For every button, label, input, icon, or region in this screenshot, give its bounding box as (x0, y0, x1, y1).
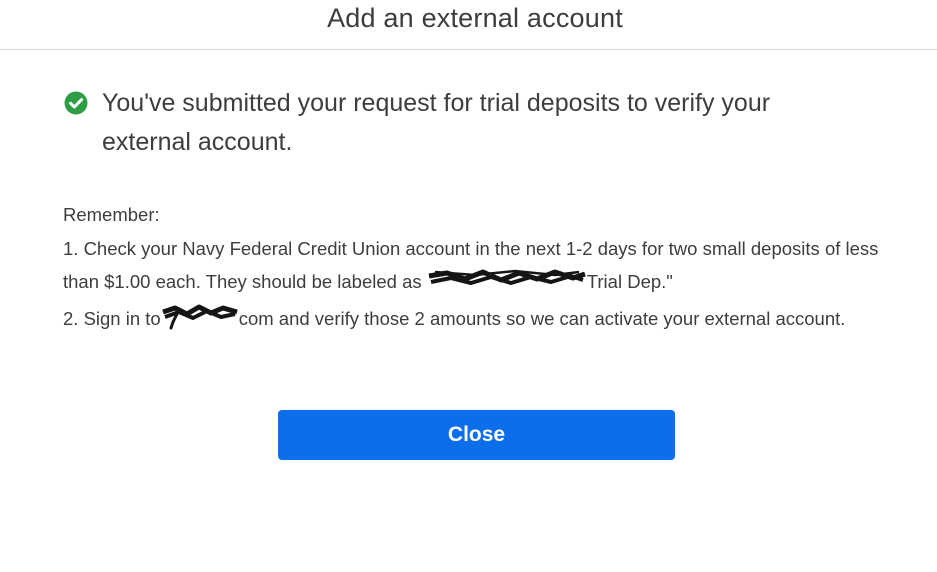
dialog-title: Add an external account (327, 3, 623, 33)
success-message: You've submitted your request for trial … (102, 89, 771, 156)
reminder-step-2: 2. Sign in to com and verify those 2 amou… (63, 300, 903, 341)
redaction-scribble (161, 300, 239, 341)
reminder-step-1: 1. Check your Navy Federal Credit Union … (63, 232, 903, 301)
close-button[interactable]: Close (278, 410, 675, 460)
redaction-scribble (427, 266, 587, 301)
reminder-step-1-label: Trial Dep." (586, 271, 673, 292)
dialog-header: Add an external account (0, 0, 937, 50)
add-external-account-dialog: Add an external account You've submitted… (0, 0, 937, 572)
reminder-step-2-text-continued: com and verify those 2 amounts so we can… (238, 308, 846, 330)
reminder-heading: Remember: (63, 204, 160, 225)
reminder-section: Remember: 1. Check your Navy Federal Cre… (63, 198, 903, 341)
check-circle-icon (64, 91, 88, 115)
reminder-step-2-text: 2. Sign in to (63, 308, 161, 330)
